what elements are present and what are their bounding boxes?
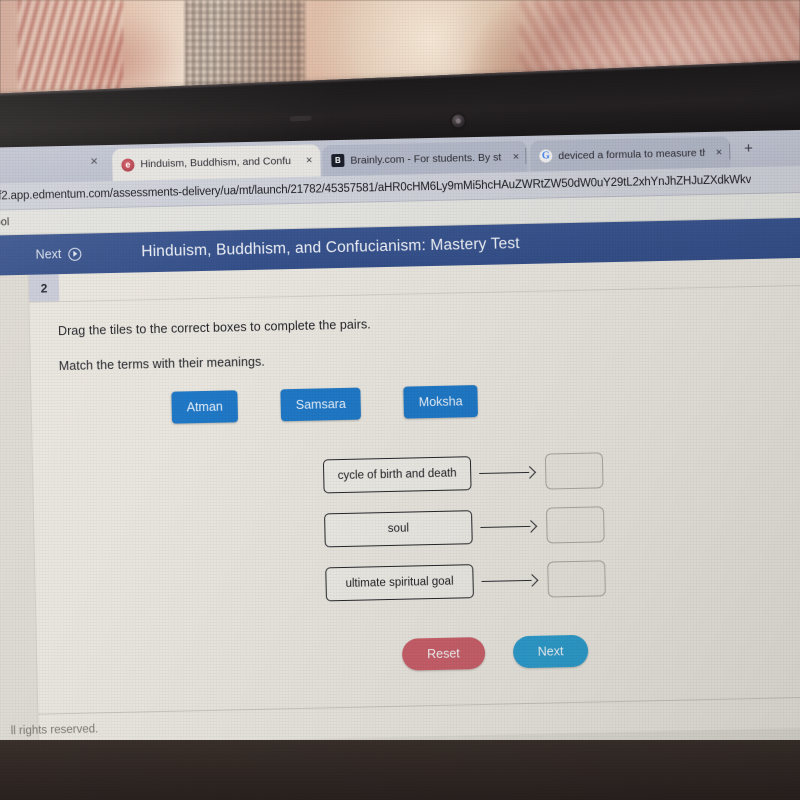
browser-tab-3[interactable]: G deviced a formula to measure th ×	[529, 136, 731, 172]
close-icon[interactable]: ×	[90, 153, 98, 168]
draggable-tiles: Atman Samsara Moksha	[31, 377, 800, 427]
header-next-button[interactable]: Next	[35, 247, 82, 262]
tab-divider	[729, 143, 731, 160]
new-tab-button[interactable]: +	[744, 140, 753, 157]
photo-of-laptop-screen: × e Hinduism, Buddhism, and Confu × B Br…	[0, 0, 800, 800]
instruction-line-2: Match the terms with their meanings.	[58, 354, 265, 374]
arrow-right-icon	[474, 520, 544, 534]
google-favicon-icon: G	[539, 149, 553, 163]
browser-tab-1-title: Hinduism, Buddhism, and Confu	[140, 155, 292, 171]
browser-tab-3-title: deviced a formula to measure th	[558, 146, 705, 162]
laptop-screen: × e Hinduism, Buddhism, and Confu × B Br…	[0, 128, 800, 758]
tile-samsara[interactable]: Samsara	[280, 387, 362, 422]
tile-moksha[interactable]: Moksha	[403, 385, 478, 419]
footer-copyright: ll rights reserved.	[10, 723, 99, 738]
header-next-label: Next	[35, 247, 62, 262]
tile-atman[interactable]: Atman	[171, 390, 239, 424]
assessment-body: 2 Drag the tiles to the correct boxes to…	[0, 256, 800, 758]
instruction-line-1: Drag the tiles to the correct boxes to c…	[57, 317, 371, 339]
match-row: cycle of birth and death	[322, 447, 800, 495]
browser-tab-1[interactable]: e Hinduism, Buddhism, and Confu ×	[112, 144, 321, 181]
brainly-favicon-icon: B	[331, 153, 345, 168]
meaning-box-3: ultimate spiritual goal	[325, 564, 474, 602]
dropzone-2[interactable]	[545, 506, 605, 544]
match-row: soul	[324, 501, 800, 549]
laptop-lower-bezel	[0, 740, 800, 800]
footer-divider	[38, 695, 800, 715]
match-row: ultimate spiritual goal	[325, 555, 800, 603]
microphone-icon	[289, 115, 312, 122]
edmentum-favicon-icon: e	[121, 157, 135, 172]
meaning-box-1: cycle of birth and death	[322, 456, 472, 494]
bookmark-school[interactable]: School	[0, 216, 17, 229]
browser-tab-2[interactable]: B Brainly.com - For students. By st ×	[322, 140, 528, 177]
matching-area: cycle of birth and death soul ultimate s…	[33, 447, 800, 609]
meaning-box-2: soul	[324, 510, 473, 548]
page-title: Hinduism, Buddhism, and Confucianism: Ma…	[141, 235, 520, 261]
reset-button[interactable]: Reset	[401, 636, 486, 671]
action-buttons: Reset Next	[37, 629, 800, 679]
arrow-right-icon	[473, 466, 543, 480]
arrow-right-icon	[475, 574, 545, 588]
close-icon[interactable]: ×	[711, 146, 723, 158]
close-icon[interactable]: ×	[301, 155, 313, 167]
dropzone-3[interactable]	[547, 560, 606, 598]
question-number-badge: 2	[28, 274, 60, 302]
dropzone-1[interactable]	[544, 452, 604, 490]
browser-tab-2-title: Brainly.com - For students. By st	[350, 150, 502, 167]
next-button[interactable]: Next	[512, 634, 589, 669]
next-arrow-circle-icon	[68, 247, 82, 261]
close-icon[interactable]: ×	[508, 151, 520, 163]
question-card: 2 Drag the tiles to the correct boxes to…	[11, 256, 800, 745]
